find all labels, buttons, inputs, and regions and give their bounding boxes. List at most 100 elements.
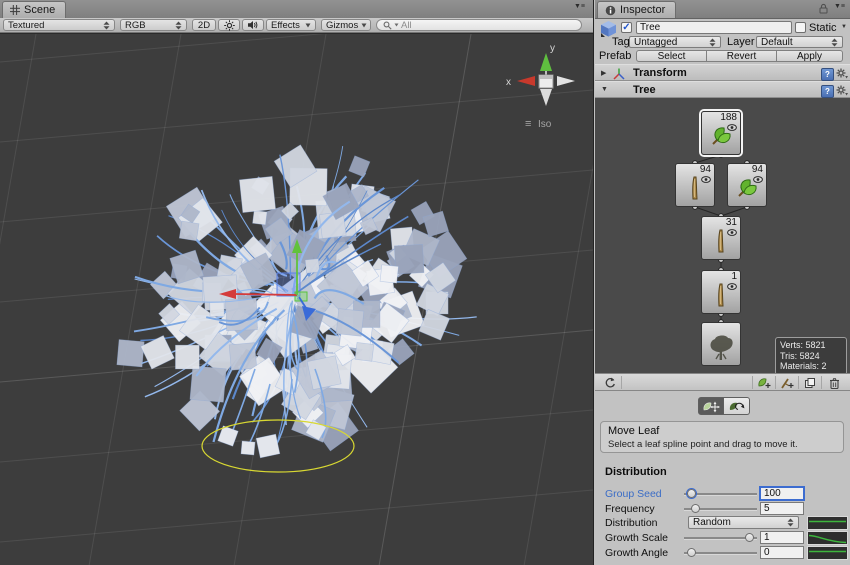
growth-angle-field[interactable]: 0 xyxy=(760,546,804,559)
growth-angle-label: Growth Angle xyxy=(605,547,668,559)
distribution-row: Distribution Random xyxy=(595,516,850,529)
gameobject-active-checkbox[interactable]: ✓ xyxy=(621,22,632,33)
prefab-select-button[interactable]: Select xyxy=(636,50,707,62)
growth-angle-curve-preview[interactable] xyxy=(807,546,848,560)
visibility-eye-icon[interactable] xyxy=(727,283,737,290)
branch-group-node[interactable]: 94 xyxy=(675,163,715,207)
speaker-icon xyxy=(247,20,259,30)
add-leaf-group-button[interactable] xyxy=(752,376,775,389)
projection-label[interactable]: Iso xyxy=(538,119,552,130)
add-branch-group-button[interactable] xyxy=(775,376,798,389)
gizmo-x-label: x xyxy=(506,77,511,88)
growth-scale-curve-preview[interactable] xyxy=(807,531,848,545)
growth-scale-field[interactable]: 1 xyxy=(760,531,804,544)
gizmo-neg-y-cone[interactable] xyxy=(540,89,552,106)
scene-3d-view[interactable]: y x ≡ Iso xyxy=(0,34,593,565)
2d-toggle-button[interactable]: 2D xyxy=(192,19,216,31)
visibility-eye-icon[interactable] xyxy=(727,124,737,131)
leaf-group-node[interactable]: 94 xyxy=(727,163,767,207)
search-placeholder: All xyxy=(401,20,412,31)
gear-icon[interactable] xyxy=(836,85,848,96)
unity-editor-window: Scene ▼≡ Textured RGB 2D Effect xyxy=(0,0,850,565)
trash-icon xyxy=(829,377,840,389)
gizmo-x-cone[interactable] xyxy=(517,76,535,86)
move-axis-x[interactable] xyxy=(235,294,297,295)
iso-menu-icon[interactable]: ≡ xyxy=(525,118,531,130)
growth-scale-slider[interactable] xyxy=(684,531,757,544)
scene-search-input[interactable]: All xyxy=(376,19,582,31)
visibility-eye-icon[interactable] xyxy=(701,176,711,183)
tree-hierarchy-editor[interactable]: 188 94 94 31 1 xyxy=(595,98,850,373)
move-leaf-tool-button[interactable] xyxy=(698,397,724,415)
static-dropdown-icon[interactable]: ▼ xyxy=(841,24,847,30)
refresh-button[interactable] xyxy=(599,376,622,389)
dropdown-arrow-icon xyxy=(305,23,311,28)
gizmo-y-cone[interactable] xyxy=(540,53,552,71)
growth-angle-slider[interactable] xyxy=(684,546,757,559)
search-filter-arrow-icon xyxy=(394,23,399,27)
inspector-panel-menu-icon[interactable]: ▼≡ xyxy=(834,3,845,10)
leaf-group-node[interactable]: 188 xyxy=(701,111,741,155)
rotate-leaf-tool-button[interactable] xyxy=(724,397,750,415)
color-mode-dropdown[interactable]: RGB xyxy=(120,19,187,31)
scene-tabbar: Scene ▼≡ xyxy=(0,0,593,19)
static-checkbox[interactable] xyxy=(795,22,806,33)
transform-component-header[interactable]: ▶ Transform ? xyxy=(595,64,850,81)
scene-panel-menu-icon[interactable]: ▼≡ xyxy=(574,3,585,10)
visibility-eye-icon[interactable] xyxy=(727,229,737,236)
frequency-row: Frequency 5 xyxy=(595,502,850,515)
gear-icon[interactable] xyxy=(836,68,848,79)
tree-root-icon xyxy=(706,332,736,362)
prefab-revert-button[interactable]: Revert xyxy=(707,50,777,62)
inspector-tab-label: Inspector xyxy=(620,4,665,16)
duplicate-node-button[interactable] xyxy=(798,376,821,389)
lock-icon[interactable] xyxy=(819,3,828,14)
distribution-dropdown[interactable]: Random xyxy=(688,516,799,529)
static-label: Static xyxy=(809,22,837,34)
visibility-eye-icon[interactable] xyxy=(753,176,763,183)
scene-orientation-gizmo[interactable]: y x ≡ Iso xyxy=(506,43,575,130)
effects-dropdown[interactable]: Effects xyxy=(266,19,316,31)
tab-scene[interactable]: Scene xyxy=(2,1,66,18)
growth-scale-label: Growth Scale xyxy=(605,532,668,544)
tab-inspector[interactable]: Inspector xyxy=(597,1,676,18)
foldout-icon[interactable]: ▶ xyxy=(601,69,606,77)
frequency-slider[interactable] xyxy=(684,502,757,515)
gizmo-y-label: y xyxy=(550,43,555,54)
growth-scale-row: Growth Scale 1 xyxy=(595,531,850,544)
tag-dropdown[interactable]: Untagged xyxy=(629,36,721,48)
draw-mode-dropdown[interactable]: Textured xyxy=(3,19,115,31)
scene-panel: Scene ▼≡ Textured RGB 2D Effect xyxy=(0,0,594,565)
scene-viewport[interactable]: y x ≡ Iso xyxy=(0,33,593,565)
tool-help-box: Move Leaf Select a leaf spline point and… xyxy=(600,421,844,453)
scene-toolbar: Textured RGB 2D Effects Gizmos xyxy=(0,18,593,33)
prefab-apply-button[interactable]: Apply xyxy=(777,50,843,62)
help-icon[interactable]: ? xyxy=(821,68,834,81)
branch-group-node[interactable]: 31 xyxy=(701,216,741,260)
add-branch-icon xyxy=(780,377,794,389)
gameobject-name-field[interactable]: Tree xyxy=(636,21,792,34)
group-seed-field[interactable]: 100 xyxy=(760,487,804,500)
delete-node-button[interactable] xyxy=(821,376,846,389)
stat-verts: Verts: 5821 xyxy=(780,340,842,351)
tree-component-header[interactable]: ▼ Tree ? xyxy=(595,81,850,98)
audio-toggle-button[interactable] xyxy=(242,19,264,31)
updown-arrows-icon xyxy=(175,21,182,30)
distribution-curve-preview[interactable] xyxy=(807,516,848,530)
tree-root-node[interactable] xyxy=(701,322,741,366)
gizmo-neg-x-cone[interactable] xyxy=(557,76,575,86)
tool-help-description: Select a leaf spline point and drag to m… xyxy=(608,439,836,450)
group-seed-slider[interactable] xyxy=(684,487,757,500)
search-icon xyxy=(383,21,392,30)
gizmos-dropdown[interactable]: Gizmos xyxy=(321,19,371,31)
branch-group-node[interactable]: 1 xyxy=(701,270,741,314)
lighting-toggle-button[interactable] xyxy=(218,19,240,31)
help-icon[interactable]: ? xyxy=(821,85,834,98)
foldout-icon[interactable]: ▼ xyxy=(601,86,608,93)
dropdown-arrow-icon xyxy=(361,23,367,28)
frequency-field[interactable]: 5 xyxy=(760,502,804,515)
component-title: Tree xyxy=(633,84,656,96)
add-leaf-icon xyxy=(757,377,771,389)
layer-dropdown[interactable]: Default xyxy=(756,36,843,48)
inspector-tabbar: Inspector ▼≡ xyxy=(595,0,850,19)
